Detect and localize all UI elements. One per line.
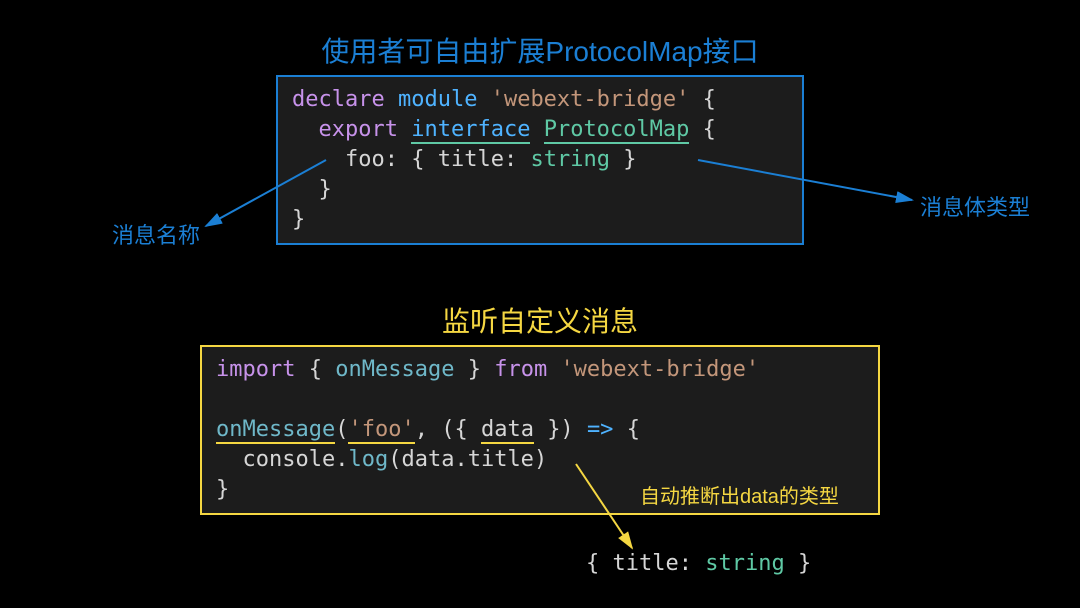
brace: { (703, 87, 716, 112)
brace: } (468, 357, 481, 382)
kw-interface: interface (411, 117, 530, 144)
type-string: string (705, 551, 784, 576)
colon: : (679, 551, 692, 576)
label-message-body-type: 消息体类型 (920, 190, 1030, 222)
kw-export: export (319, 117, 398, 142)
heading-protocolmap: 使用者可自由扩展ProtocolMap接口 (321, 30, 758, 70)
brace: } (216, 477, 229, 502)
destr-close: }) (547, 417, 574, 442)
paren: ( (388, 447, 401, 472)
brace: } (319, 177, 332, 202)
kw-declare: declare (292, 87, 385, 112)
type-string: string (530, 147, 609, 172)
prop-title: title (613, 551, 679, 576)
brace: } (292, 207, 305, 232)
kw-module: module (398, 87, 477, 112)
arrow: => (587, 417, 614, 442)
comma: , (415, 417, 428, 442)
brace: { (586, 551, 599, 576)
inferred-type: { title: string } (576, 545, 884, 583)
arg-foo: 'foo' (348, 417, 414, 444)
type-protocolmap: ProtocolMap (544, 117, 690, 144)
paren: ( (335, 417, 348, 442)
dot: . (335, 447, 348, 472)
ident-console: console (243, 447, 336, 472)
label-auto-infer: 自动推断出data的类型 (640, 480, 839, 509)
brace: { (703, 117, 716, 142)
prop-title: title (438, 147, 504, 172)
brace: { (411, 147, 424, 172)
paren: ) (534, 447, 547, 472)
colon: : (385, 147, 398, 172)
key-foo: foo (345, 147, 385, 172)
brace: } (623, 147, 636, 172)
brace: } (798, 551, 811, 576)
destr-open: ({ (441, 417, 468, 442)
dot: . (454, 447, 467, 472)
ident-data: data (481, 417, 534, 444)
call-onmessage: onMessage (216, 417, 335, 444)
str-pkg: 'webext-bridge' (491, 87, 690, 112)
ident-data: data (401, 447, 454, 472)
str-pkg: 'webext-bridge' (560, 357, 759, 382)
ident-onmessage: onMessage (335, 357, 454, 382)
kw-import: import (216, 357, 295, 382)
colon: : (504, 147, 517, 172)
label-message-name: 消息名称 (112, 218, 200, 250)
fn-log: log (348, 447, 388, 472)
prop-title: title (468, 447, 534, 472)
brace: { (309, 357, 322, 382)
kw-from: from (494, 357, 547, 382)
code-block-declare: declare module 'webext-bridge' { export … (276, 75, 804, 245)
brace: { (627, 417, 640, 442)
heading-listen: 监听自定义消息 (442, 300, 638, 340)
